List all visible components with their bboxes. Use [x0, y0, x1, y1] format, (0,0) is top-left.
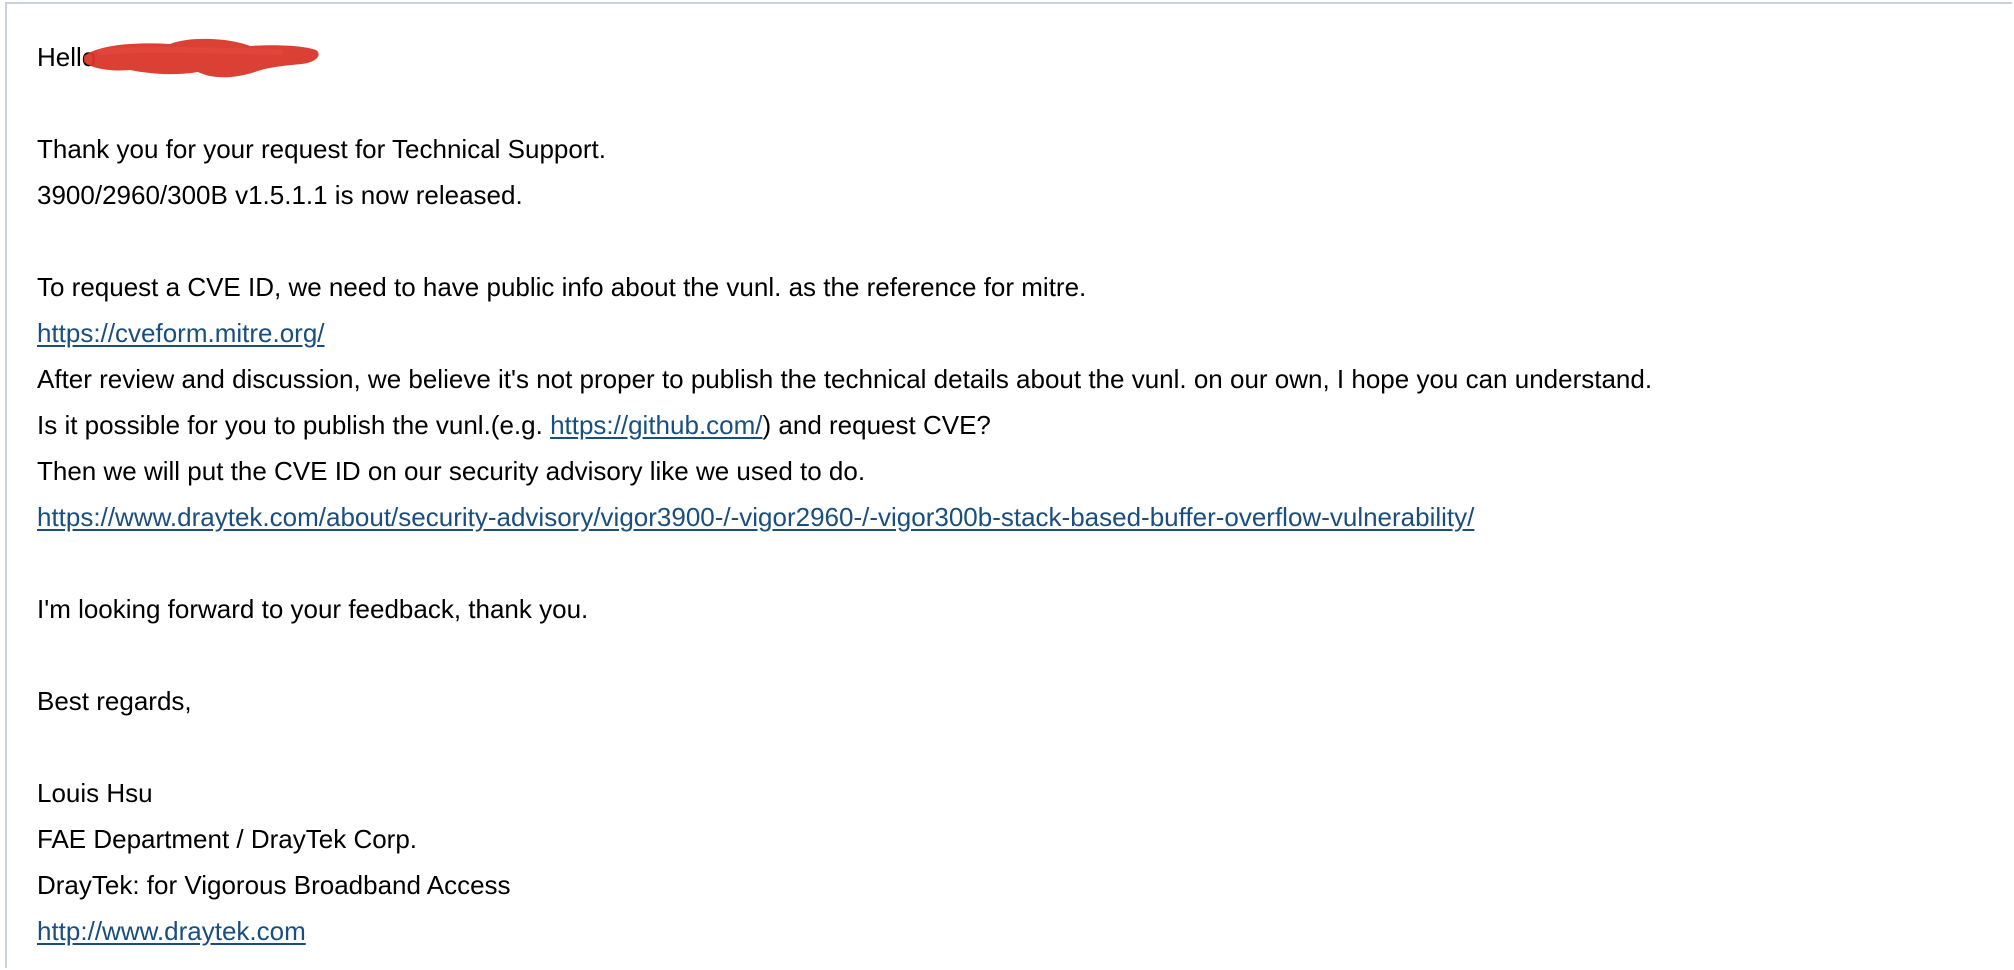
- greeting-container: Hello: [37, 34, 319, 80]
- email-body-frame: Hello Thank you for your request for Tec…: [5, 2, 2012, 968]
- possible-line: Is it possible for you to publish the vu…: [37, 402, 1997, 448]
- signature-department: FAE Department / DrayTek Corp.: [37, 824, 418, 854]
- email-message-body: Hello Thank you for your request for Tec…: [37, 34, 1997, 954]
- possible-text-after: ) and request CVE?: [762, 410, 991, 440]
- website-link-line: http://www.draytek.com: [37, 908, 1997, 954]
- github-link[interactable]: https://github.com/: [550, 410, 762, 440]
- website-link[interactable]: http://www.draytek.com: [37, 916, 306, 946]
- possible-text-before: Is it possible for you to publish the vu…: [37, 410, 551, 440]
- release-line: 3900/2960/300B v1.5.1.1 is now released.: [37, 180, 523, 210]
- redaction-mark: [84, 38, 319, 78]
- then-line: Then we will put the CVE ID on our secur…: [37, 456, 866, 486]
- signature-tagline: DrayTek: for Vigorous Broadband Access: [37, 870, 511, 900]
- cve-request-line: To request a CVE ID, we need to have pub…: [37, 272, 1087, 302]
- thanks-line: Thank you for your request for Technical…: [37, 134, 606, 164]
- regards-line: Best regards,: [37, 686, 192, 716]
- greeting-text: Hello: [37, 42, 97, 72]
- review-line: After review and discussion, we believe …: [37, 364, 1653, 394]
- cveform-link-line: https://cveform.mitre.org/: [37, 310, 1997, 356]
- advisory-link[interactable]: https://www.draytek.com/about/security-a…: [37, 502, 1474, 532]
- greeting-line: Hello: [37, 34, 1997, 80]
- advisory-link-line: https://www.draytek.com/about/security-a…: [37, 494, 1997, 540]
- signature-name: Louis Hsu: [37, 778, 153, 808]
- forward-line: I'm looking forward to your feedback, th…: [37, 594, 589, 624]
- cveform-link[interactable]: https://cveform.mitre.org/: [37, 318, 325, 348]
